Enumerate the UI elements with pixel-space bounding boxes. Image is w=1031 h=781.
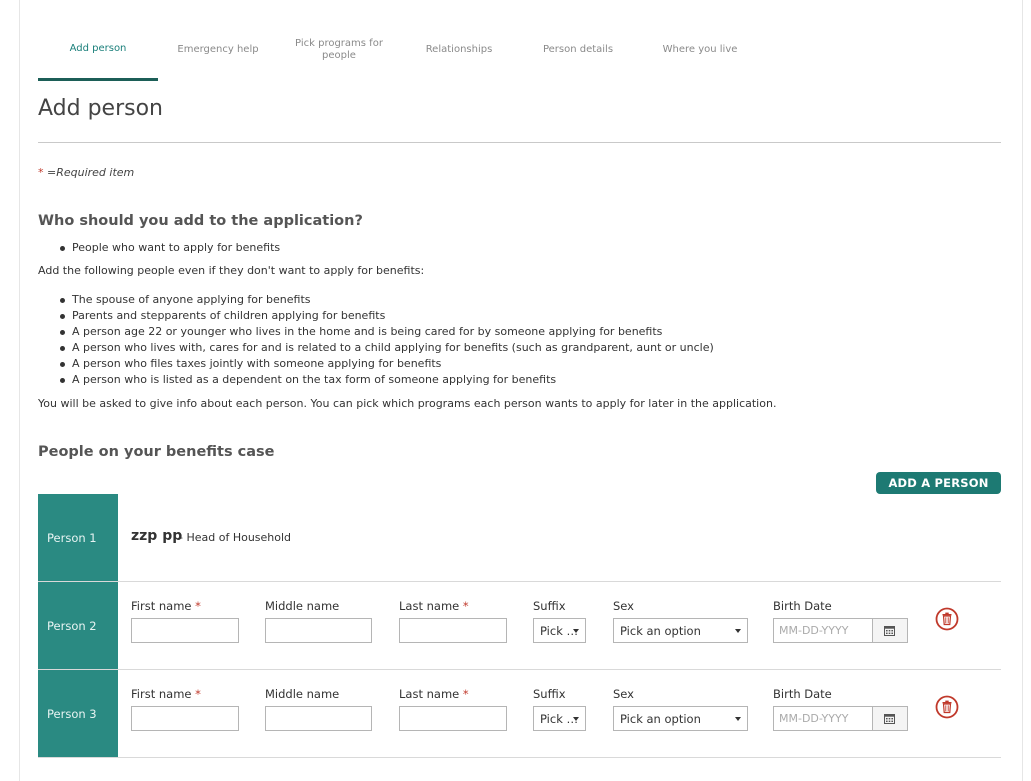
birth-date-field[interactable]: MM-DD-YYYY [773,706,908,731]
calendar-button[interactable] [872,707,907,730]
suffix-label: Suffix [533,599,566,613]
date-placeholder: MM-DD-YYYY [779,624,849,637]
tab-label: Person details [542,44,614,55]
required-note: * =Required item [38,166,134,179]
birth-date-field[interactable]: MM-DD-YYYY [773,618,908,643]
person-row-3: Person 3 First name * Middle name Last n… [38,670,1001,758]
sex-label: Sex [613,599,634,613]
active-tab-indicator [38,78,158,81]
last-name-input[interactable] [399,706,507,731]
sex-select[interactable]: Pick an option [613,618,748,643]
head-role: - Head of Household [179,531,292,544]
first-name-label: First name * [131,599,201,613]
person-label: Person 3 [38,670,118,757]
list-item: Parents and stepparents of children appl… [60,308,714,324]
suffix-select[interactable]: Pick … [533,618,586,643]
calendar-icon [884,714,895,724]
trash-icon[interactable] [935,607,959,631]
list-item: People who want to apply for benefits [60,240,280,256]
last-name-label: Last name * [399,687,469,701]
who-bullets: The spouse of anyone applying for benefi… [60,292,714,388]
people-heading: People on your benefits case [38,444,275,460]
tab-relationships[interactable]: Relationships [410,44,508,86]
head-name: zzp pp [131,528,183,544]
list-item: A person who is listed as a dependent on… [60,372,714,388]
who-heading: Who should you add to the application? [38,213,363,229]
suffix-select[interactable]: Pick … [533,706,586,731]
first-name-input[interactable] [131,706,239,731]
label-text: First name [131,599,192,613]
person-label-text: Person 3 [47,707,97,721]
list-item: A person age 22 or younger who lives in … [60,324,714,340]
person-label: Person 1 [38,494,118,581]
list-item: A person who lives with, cares for and i… [60,340,714,356]
tab-label: Add person [69,43,127,54]
label-text: Last name [399,599,460,613]
list-item: A person who files taxes jointly with so… [60,356,714,372]
tab-emergency-help[interactable]: Emergency help [168,44,268,86]
last-name-label: Last name * [399,599,469,613]
tab-person-details[interactable]: Person details [528,44,628,86]
chevron-down-icon [735,717,741,721]
required-star: * [195,599,201,613]
who-outro: You will be asked to give info about eac… [38,397,777,410]
person-row-2: Person 2 First name * Middle name Last n… [38,582,1001,670]
tab-label-line2: people [322,50,356,61]
first-name-label: First name * [131,687,201,701]
person-label-text: Person 1 [47,531,97,545]
required-star: * [38,166,44,179]
birth-date-label: Birth Date [773,687,832,701]
middle-name-input[interactable] [265,706,372,731]
chevron-down-icon [573,629,579,633]
tab-label: Pick programs for [295,38,383,49]
sex-value: Pick an option [620,624,701,638]
label-text: First name [131,687,192,701]
required-note-text: =Required item [47,166,135,179]
birth-date-label: Birth Date [773,599,832,613]
tab-label: Emergency help [177,44,259,55]
sex-label: Sex [613,687,634,701]
add-person-button[interactable]: ADD A PERSON [876,472,1001,494]
tab-where-you-live[interactable]: Where you live [648,44,752,86]
calendar-button[interactable] [872,619,907,642]
progress-tabs: Add person Emergency help Pick programs … [38,36,798,82]
chevron-down-icon [735,629,741,633]
list-item: The spouse of anyone applying for benefi… [60,292,714,308]
first-name-input[interactable] [131,618,239,643]
who-bullets-top: People who want to apply for benefits [60,240,280,256]
page: Add person Emergency help Pick programs … [38,0,1001,781]
tab-label: Where you live [662,44,738,55]
sex-select[interactable]: Pick an option [613,706,748,731]
divider [38,142,1001,143]
tab-pick-programs[interactable]: Pick programs for people [288,38,390,80]
page-title: Add person [38,96,163,121]
left-border [19,0,20,781]
required-star: * [462,687,469,701]
middle-name-input[interactable] [265,618,372,643]
last-name-input[interactable] [399,618,507,643]
who-intro: Add the following people even if they do… [38,264,425,277]
person-row-1: Person 1 zzp pp - Head of Household [38,494,1001,582]
date-placeholder: MM-DD-YYYY [779,712,849,725]
person-label-text: Person 2 [47,619,97,633]
suffix-label: Suffix [533,687,566,701]
chevron-down-icon [573,717,579,721]
required-star: * [195,687,201,701]
middle-name-label: Middle name [265,599,340,613]
label-text: Last name [399,687,460,701]
sex-value: Pick an option [620,712,701,726]
middle-name-label: Middle name [265,687,340,701]
trash-icon[interactable] [935,695,959,719]
tab-label: Relationships [425,44,493,55]
right-border [1022,0,1023,781]
person-label: Person 2 [38,582,118,669]
calendar-icon [884,626,895,636]
required-star: * [462,599,469,613]
